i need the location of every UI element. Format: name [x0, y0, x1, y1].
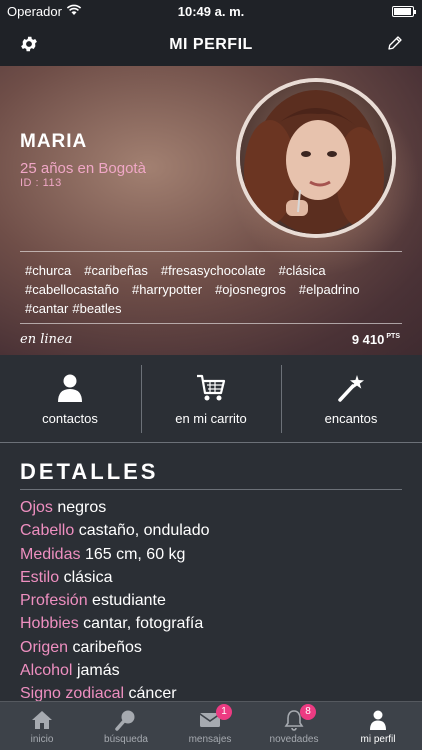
profile-id: ID : 113	[20, 177, 62, 189]
detail-row: Estilo clásica	[20, 566, 410, 589]
points-unit: PTS	[386, 333, 400, 340]
tag[interactable]: #elpadrino	[299, 280, 360, 299]
charms-button[interactable]: encantos	[281, 355, 421, 443]
tag[interactable]: #harrypotter	[132, 280, 202, 299]
tab-label: novedades	[269, 734, 319, 745]
detail-key: Estilo	[20, 568, 60, 586]
avatar-photo	[240, 82, 392, 234]
detail-key: Hobbies	[20, 615, 79, 633]
detail-row: Alcohol jamás	[20, 659, 410, 682]
avatar[interactable]	[236, 78, 396, 238]
detail-value: cantar, fotografía	[83, 615, 204, 633]
tag[interactable]: #churca	[25, 261, 71, 280]
tag[interactable]: #caribeñas	[84, 261, 148, 280]
detail-row: Hobbies cantar, fotografía	[20, 612, 410, 635]
detail-key: Alcohol	[20, 662, 73, 680]
charms-label: encantos	[324, 411, 378, 426]
details-list: Ojos negros Cabello castaño, ondulado Me…	[20, 496, 410, 706]
tab-search[interactable]: búsqueda	[84, 702, 168, 750]
detail-row: Cabello castaño, ondulado	[20, 519, 410, 542]
detail-value: caribeños	[72, 638, 142, 656]
tag[interactable]: #cantar	[25, 299, 68, 318]
status-bar: Operador 10:49 a. m.	[0, 0, 422, 24]
tab-bar: inicio búsqueda 1 mensajes 8 novedades m…	[0, 701, 422, 750]
detail-row: Profesión estudiante	[20, 589, 410, 612]
tab-messages[interactable]: 1 mensajes	[168, 702, 252, 750]
detail-row: Medidas 165 cm, 60 kg	[20, 543, 410, 566]
cart-label: en mi carrito	[175, 411, 247, 426]
detail-key: Signo zodiacal	[20, 685, 125, 703]
detail-value: estudiante	[92, 592, 166, 610]
page-title: MI PERFIL	[169, 36, 253, 53]
detail-value: 165 cm, 60 kg	[84, 545, 186, 563]
profile-icon	[370, 710, 386, 730]
tag[interactable]: #cabellocastaño	[25, 280, 119, 299]
detail-key: Profesión	[20, 592, 88, 610]
tab-label: inicio	[30, 734, 54, 745]
magic-wand-icon	[338, 375, 364, 402]
tab-label: búsqueda	[104, 734, 148, 745]
profile-header: MARIA 25 años en Bogotà ID : 113 #churca…	[0, 66, 422, 355]
detail-key: Medidas	[20, 545, 81, 563]
tab-label: mi perfil	[360, 734, 396, 745]
tag[interactable]: #clásica	[279, 261, 326, 280]
tab-profile[interactable]: mi perfil	[336, 702, 420, 750]
tag[interactable]: #beatles	[72, 299, 121, 318]
tab-news[interactable]: 8 novedades	[252, 702, 336, 750]
detail-key: Origen	[20, 638, 69, 656]
clock: 10:49 a. m.	[177, 4, 245, 19]
tab-home[interactable]: inicio	[0, 702, 84, 750]
detail-value: clásica	[63, 568, 113, 586]
online-status: en linea	[20, 332, 73, 347]
cart-icon	[197, 374, 226, 401]
detail-value: cáncer	[128, 685, 177, 703]
cart-button[interactable]: en mi carrito	[141, 355, 281, 443]
points-value: 9 410	[351, 332, 385, 347]
person-icon	[58, 374, 82, 402]
detail-row: Ojos negros	[20, 496, 410, 519]
home-icon	[32, 711, 52, 729]
messages-badge: 1	[216, 704, 232, 720]
tag[interactable]: #fresasychocolate	[161, 261, 266, 280]
detail-value: negros	[57, 499, 107, 516]
tag-list: #churca #caribeñas #fresasychocolate #clási…	[25, 261, 405, 318]
tab-label: mensajes	[188, 734, 232, 745]
nav-bar: MI PERFIL	[0, 24, 422, 66]
action-row: contactos en mi carrito encantos	[0, 355, 422, 443]
pencil-icon[interactable]	[386, 34, 404, 52]
contacts-label: contactos	[42, 411, 98, 426]
contacts-button[interactable]: contactos	[0, 355, 140, 443]
detail-row: Origen caribeños	[20, 636, 410, 659]
battery-icon	[392, 6, 416, 17]
news-badge: 8	[300, 704, 316, 720]
detail-value: jamás	[76, 662, 120, 680]
profile-location: 25 años en Bogotà	[20, 160, 146, 177]
points-counter: 9 410 PTS	[352, 332, 400, 347]
detail-key: Cabello	[20, 522, 75, 540]
profile-name: MARIA	[20, 131, 88, 152]
search-icon	[115, 710, 135, 731]
tag[interactable]: #ojosnegros	[215, 280, 286, 299]
detail-key: Ojos	[20, 499, 53, 516]
detail-value: castaño, ondulado	[78, 522, 210, 540]
details-title: DETALLES	[20, 459, 159, 484]
